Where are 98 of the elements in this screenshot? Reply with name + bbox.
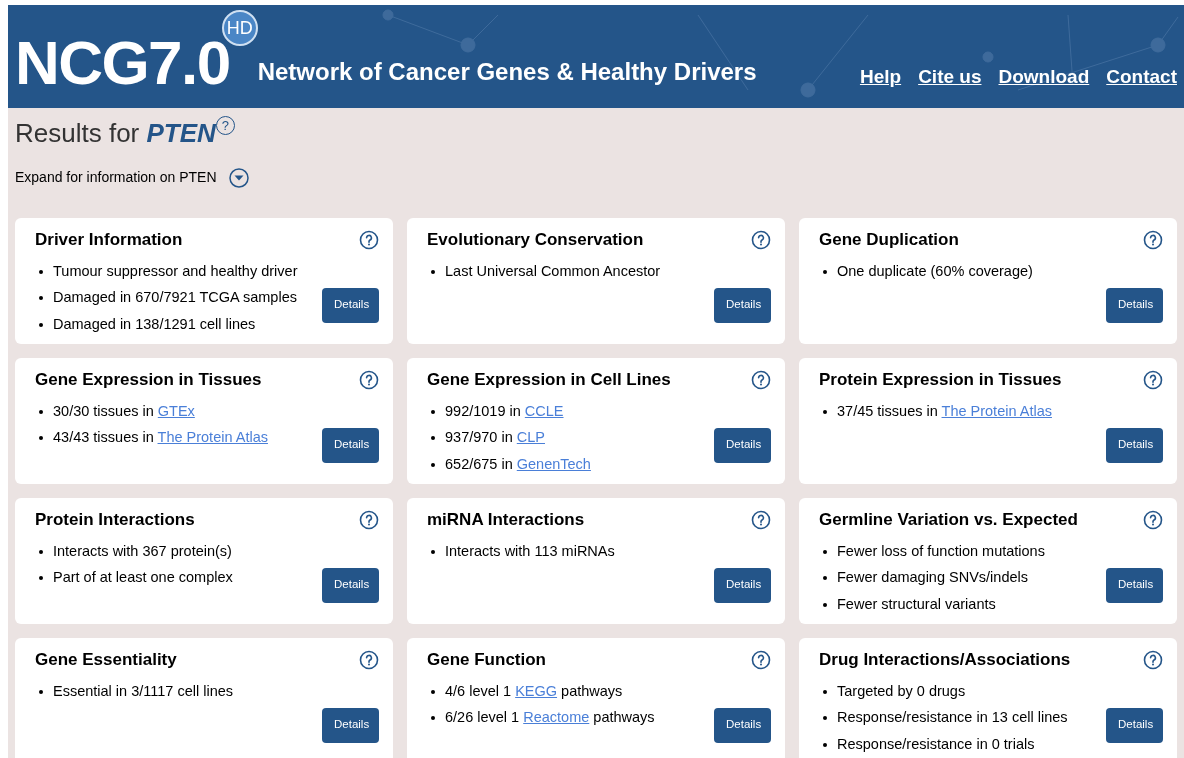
list-item-text: Fewer damaging SNVs/indels bbox=[837, 568, 1028, 588]
card-title: Gene Expression in Cell Lines bbox=[427, 369, 671, 391]
bullet-icon bbox=[823, 716, 827, 721]
help-icon[interactable] bbox=[359, 229, 379, 250]
list-item-text: 992/1019 in CCLE bbox=[445, 401, 564, 421]
help-icon[interactable] bbox=[751, 509, 771, 530]
help-icon[interactable] bbox=[751, 229, 771, 250]
list-item-text: 30/30 tissues in GTEx bbox=[53, 401, 195, 421]
bullet-icon bbox=[39, 689, 43, 694]
bullet-icon bbox=[39, 549, 43, 554]
bullet-icon bbox=[431, 689, 435, 694]
nav-link[interactable]: Help bbox=[859, 62, 902, 91]
help-icon[interactable] bbox=[751, 369, 771, 390]
bullet-icon bbox=[431, 462, 435, 467]
link[interactable]: KEGG bbox=[515, 682, 558, 699]
help-icon[interactable] bbox=[751, 649, 771, 670]
nav-link[interactable]: Download bbox=[998, 62, 1090, 91]
details-button[interactable]: Details bbox=[322, 567, 379, 603]
details-button[interactable]: Details bbox=[1106, 707, 1163, 743]
help-icon[interactable] bbox=[359, 509, 379, 530]
link[interactable]: The Protein Atlas bbox=[157, 429, 268, 446]
list-item-text: One duplicate (60% coverage) bbox=[837, 261, 1033, 281]
list-item-text: 937/970 in CLP bbox=[445, 428, 545, 448]
bullet-icon bbox=[431, 716, 435, 721]
list-item-text: Response/resistance in 0 trials bbox=[837, 734, 1035, 754]
list-item-text: Part of at least one complex bbox=[53, 568, 233, 588]
bullet-icon bbox=[39, 409, 43, 414]
card-title: Germline Variation vs. Expected bbox=[819, 509, 1078, 531]
bullet-icon bbox=[823, 409, 827, 414]
list-item-text: Fewer structural variants bbox=[837, 594, 996, 614]
bullet-icon bbox=[823, 269, 827, 274]
card-title: Drug Interactions/Associations bbox=[819, 649, 1071, 671]
bullet-icon bbox=[431, 269, 435, 274]
details-button[interactable]: Details bbox=[1106, 287, 1163, 323]
help-icon[interactable] bbox=[359, 649, 379, 670]
card-title: Gene Expression in Tissues bbox=[35, 369, 262, 391]
list-item-text: Interacts with 367 protein(s) bbox=[53, 541, 232, 561]
details-button[interactable]: Details bbox=[1106, 567, 1163, 603]
bullet-icon bbox=[39, 436, 43, 441]
results-heading: Results for PTEN bbox=[15, 117, 216, 150]
help-icon[interactable] bbox=[359, 369, 379, 390]
bullet-icon bbox=[39, 296, 43, 301]
list-item-text: 43/43 tissues in The Protein Atlas bbox=[53, 428, 268, 448]
bullet-icon bbox=[431, 436, 435, 441]
help-icon[interactable] bbox=[1143, 229, 1163, 250]
list-item-text: Last Universal Common Ancestor bbox=[445, 261, 661, 281]
list-item-text: Response/resistance in 13 cell lines bbox=[837, 708, 1068, 728]
bullet-icon bbox=[39, 322, 43, 327]
link[interactable]: CCLE bbox=[524, 402, 564, 419]
help-icon[interactable] bbox=[1143, 509, 1163, 530]
help-icon[interactable] bbox=[1143, 369, 1163, 390]
card-title: miRNA Interactions bbox=[427, 509, 585, 531]
expand-toggle-icon[interactable] bbox=[228, 167, 249, 188]
card-title: Protein Interactions bbox=[35, 509, 195, 531]
list-item-text: 4/6 level 1 KEGG pathways bbox=[445, 681, 623, 701]
nav-link[interactable]: Cite us bbox=[918, 62, 982, 91]
list-item-text: Tumour suppressor and healthy driver bbox=[53, 261, 298, 281]
list-item-text: Interacts with 113 miRNAs bbox=[445, 541, 615, 561]
card-title: Gene Function bbox=[427, 649, 546, 671]
list-item-text: Essential in 3/1117 cell lines bbox=[53, 681, 233, 701]
bullet-icon bbox=[39, 576, 43, 581]
card-title: Driver Information bbox=[35, 229, 183, 251]
list-item-text: 37/45 tissues in The Protein Atlas bbox=[837, 401, 1052, 421]
bullet-icon bbox=[431, 549, 435, 554]
bullet-icon bbox=[823, 549, 827, 554]
details-button[interactable]: Details bbox=[322, 287, 379, 323]
link[interactable]: GTEx bbox=[157, 402, 195, 419]
list-item-text: 6/26 level 1 Reactome pathways bbox=[445, 708, 655, 728]
list-item-text: 652/675 in GenenTech bbox=[445, 454, 591, 474]
bullet-icon bbox=[823, 602, 827, 607]
details-button[interactable]: Details bbox=[322, 707, 379, 743]
list-item-text: Targeted by 0 drugs bbox=[837, 681, 966, 701]
list-item-text: Damaged in 138/1291 cell lines bbox=[53, 314, 256, 334]
details-button[interactable]: Details bbox=[714, 707, 771, 743]
link[interactable]: Reactome bbox=[523, 709, 590, 726]
list-item-text: Damaged in 670/7921 TCGA samples bbox=[53, 288, 297, 308]
card-title: Gene Duplication bbox=[819, 229, 959, 251]
details-button[interactable]: Details bbox=[714, 567, 771, 603]
list-item-text: Fewer loss of function mutations bbox=[837, 541, 1045, 561]
details-button[interactable]: Details bbox=[322, 427, 379, 463]
site-title: Network of Cancer Genes & Healthy Drivers bbox=[257, 57, 757, 87]
bullet-icon bbox=[823, 742, 827, 747]
details-button[interactable]: Details bbox=[714, 287, 771, 323]
link[interactable]: The Protein Atlas bbox=[941, 402, 1052, 419]
bullet-icon bbox=[823, 576, 827, 581]
card-title: Protein Expression in Tissues bbox=[819, 369, 1062, 391]
link[interactable]: GenenTech bbox=[516, 455, 591, 472]
card-title: Gene Essentiality bbox=[35, 649, 177, 671]
details-button[interactable]: Details bbox=[714, 427, 771, 463]
nav-link[interactable]: Contact bbox=[1106, 62, 1177, 91]
bullet-icon bbox=[39, 269, 43, 274]
details-button[interactable]: Details bbox=[1106, 427, 1163, 463]
card-title: Evolutionary Conservation bbox=[427, 229, 644, 251]
expand-label: Expand for information on PTEN bbox=[15, 168, 217, 187]
bullet-icon bbox=[823, 689, 827, 694]
link[interactable]: CLP bbox=[516, 429, 545, 446]
help-icon[interactable] bbox=[1143, 649, 1163, 670]
bullet-icon bbox=[431, 409, 435, 414]
